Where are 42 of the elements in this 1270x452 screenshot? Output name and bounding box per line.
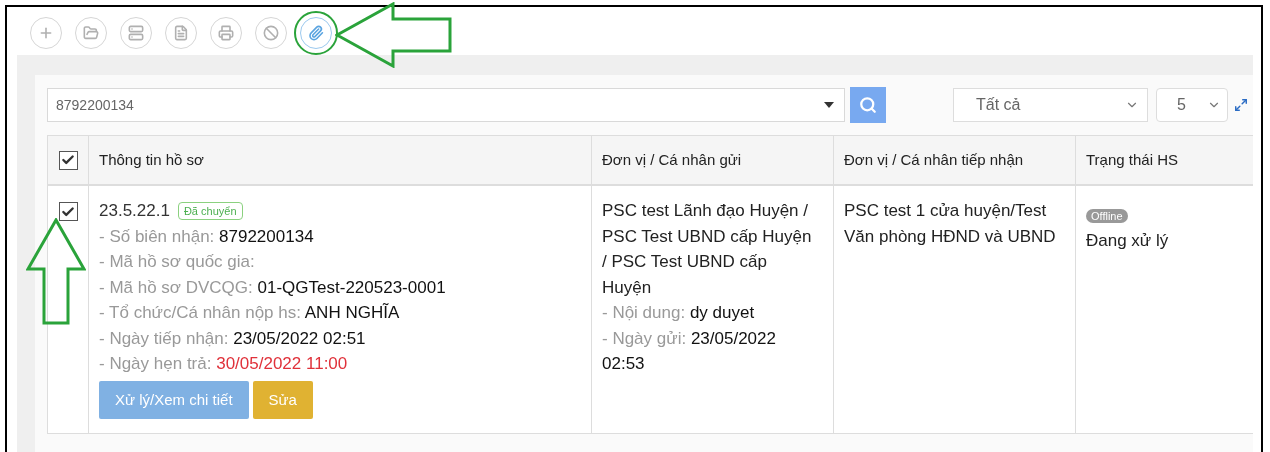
- record-field: - Tổ chức/Cá nhân nộp hs: ANH NGHĨA: [99, 300, 581, 326]
- toolbar-button[interactable]: [255, 17, 287, 49]
- printer-icon: [218, 25, 234, 41]
- search-icon: [859, 96, 877, 114]
- column-header: Trạng thái HS: [1086, 149, 1178, 170]
- stack-icon: [128, 25, 144, 41]
- record-field: - Số biên nhận: 8792200134: [99, 223, 581, 249]
- paperclip-icon: [308, 25, 324, 41]
- expand-icon[interactable]: [1234, 98, 1248, 112]
- search-button[interactable]: [850, 87, 886, 123]
- processing-status: Đang xử lý: [1086, 229, 1170, 252]
- toolbar-button[interactable]: [75, 17, 107, 49]
- record-code: 23.5.22.1: [99, 200, 170, 222]
- toolbar-button[interactable]: [120, 17, 152, 49]
- folder-icon: [83, 25, 99, 41]
- record-field: - Ngày tiếp nhận: 23/05/2022 02:51: [99, 325, 581, 351]
- column-header: Đơn vị / Cá nhân tiếp nhận: [844, 149, 1024, 170]
- page-size-select[interactable]: 5: [1156, 88, 1228, 122]
- record-field: - Mã hồ sơ DVCQG: 01-QGTest-220523-0001: [99, 274, 581, 300]
- record-field: - Ngày hẹn trả: 30/05/2022 11:00: [99, 351, 581, 377]
- sender-field: - Ngày gửi: 23/05/2022 02:53: [602, 325, 819, 377]
- record-field: - Mã hồ sơ quốc gia:: [99, 249, 581, 275]
- receiver-name: PSC test 1 cửa huyện/Test Văn phòng HĐND và UBND: [844, 200, 1057, 248]
- checkbox[interactable]: [58, 150, 78, 170]
- column-header: Đơn vị / Cá nhân gửi: [602, 149, 742, 170]
- checkbox[interactable]: [58, 202, 78, 221]
- check-icon: [61, 153, 75, 167]
- caret-icon: [824, 102, 834, 108]
- document-icon: [173, 25, 189, 41]
- status-badge: Đã chuyển: [177, 201, 243, 220]
- column-header: Thông tin hồ sơ: [99, 149, 204, 170]
- status-select[interactable]: Tất cả: [953, 88, 1148, 122]
- toolbar-button[interactable]: [30, 17, 62, 49]
- cancel-icon: [263, 25, 279, 41]
- offline-badge: Offline: [1086, 209, 1128, 223]
- plus-icon: [38, 25, 54, 41]
- toolbar-button[interactable]: [210, 17, 242, 49]
- search-field[interactable]: 8792200134: [47, 88, 845, 122]
- check-icon: [61, 204, 75, 219]
- sender-name: PSC test Lãnh đạo Huyện / PSC Test UBND cấp Huyện / PSC Test UBND cấp Huyện: [602, 200, 813, 299]
- sender-field: - Nội dung: dy duyet: [602, 300, 819, 326]
- toolbar-button[interactable]: [165, 17, 197, 49]
